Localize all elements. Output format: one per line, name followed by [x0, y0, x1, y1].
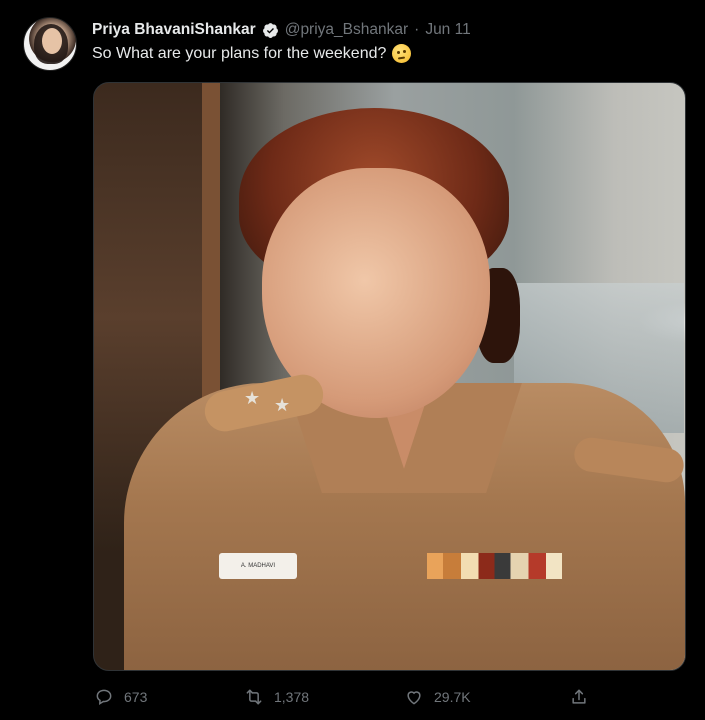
share-icon — [572, 689, 586, 704]
share-button[interactable] — [569, 682, 589, 712]
tweet-header: Priya BhavaniShankar @priya_Bshankar · J… — [92, 19, 471, 41]
retweet-count: 1,378 — [274, 689, 310, 705]
raised-eyebrow-emoji-icon — [392, 44, 412, 63]
author-avatar[interactable] — [23, 17, 77, 71]
reply-count: 673 — [124, 689, 148, 705]
reply-icon — [96, 689, 112, 706]
tweet-text: So What are your plans for the weekend? — [92, 44, 412, 63]
tweet-actions: 673 1,378 29.7K — [0, 682, 705, 712]
verified-badge-icon — [262, 22, 278, 38]
author-handle[interactable]: @priya_Bshankar — [285, 21, 408, 39]
heart-icon — [407, 691, 421, 705]
avatar-face — [42, 28, 62, 54]
tweet-text-content: So What are your plans for the weekend? — [92, 44, 387, 62]
photo-star-icon: ★ — [244, 388, 261, 408]
reply-button[interactable]: 673 — [94, 682, 147, 712]
photo-star-icon: ★ — [274, 395, 291, 415]
header-separator: · — [414, 21, 420, 38]
retweet-button[interactable]: 1,378 — [244, 682, 309, 712]
tweet-date[interactable]: Jun 11 — [425, 21, 470, 39]
photo-nametag: A. MADHAVI — [219, 553, 297, 579]
like-button[interactable]: 29.7K — [404, 682, 471, 712]
tweet: Priya BhavaniShankar @priya_Bshankar · J… — [0, 0, 705, 720]
like-count: 29.7K — [434, 689, 471, 705]
tweet-media-photo[interactable]: ★ ★ A. MADHAVI — [93, 82, 686, 671]
retweet-icon — [246, 689, 262, 705]
author-name[interactable]: Priya BhavaniShankar — [92, 21, 256, 39]
photo-ribbon-bar — [427, 553, 562, 579]
